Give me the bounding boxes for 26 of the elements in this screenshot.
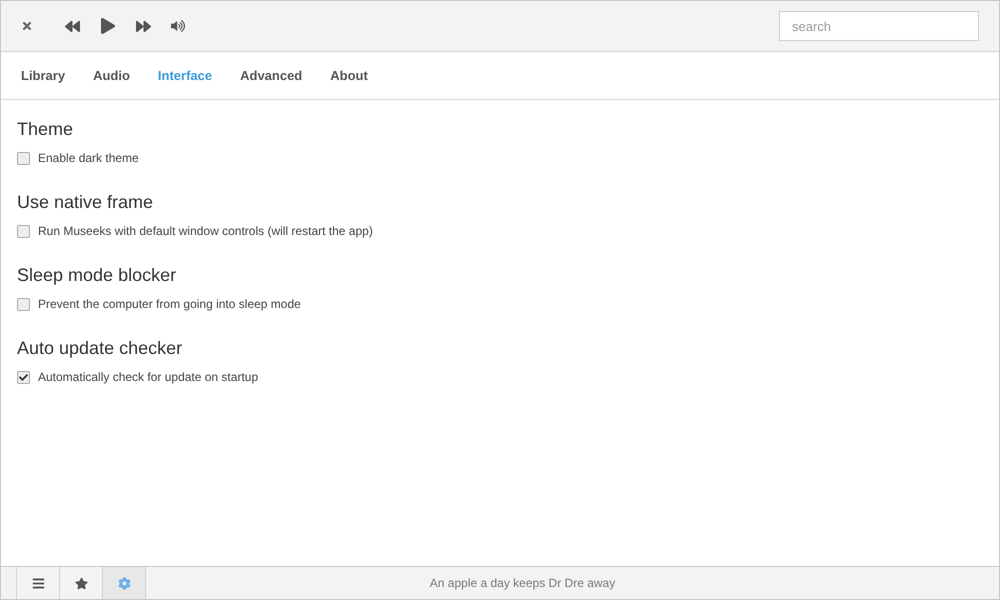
checkbox[interactable] [17, 152, 30, 164]
status-text: An apple a day keeps Dr Dre away [430, 575, 616, 592]
tab[interactable]: Audio [93, 66, 130, 86]
checkbox-label: Automatically check for update on startup [38, 369, 258, 386]
close-button[interactable] [21, 20, 33, 32]
settings-icon [118, 576, 130, 590]
checkbox[interactable] [17, 224, 30, 238]
checkbox[interactable] [17, 370, 30, 384]
section-heading: Theme [17, 118, 74, 141]
list-icon [32, 576, 44, 590]
next-button[interactable] [136, 18, 151, 34]
checkbox-label: Prevent the computer from going into sleep mode [38, 296, 301, 313]
section-heading: Auto update checker [17, 337, 184, 360]
previous-button[interactable] [65, 18, 80, 34]
volume-button[interactable] [171, 19, 185, 33]
search-field[interactable]: search [779, 11, 979, 41]
tab[interactable]: Advanced [240, 66, 302, 86]
tab[interactable]: Library [21, 66, 66, 86]
star-icon [74, 576, 88, 590]
section-heading: Sleep mode blocker [17, 264, 178, 287]
checkbox[interactable] [17, 298, 30, 310]
checkbox-label: Enable dark theme [38, 150, 139, 167]
play-button[interactable] [100, 18, 116, 34]
checkbox-label: Run Museeks with default window controls (will restart the app) [38, 223, 373, 240]
tab[interactable]: About [330, 66, 368, 86]
section-heading: Use native frame [17, 191, 154, 214]
